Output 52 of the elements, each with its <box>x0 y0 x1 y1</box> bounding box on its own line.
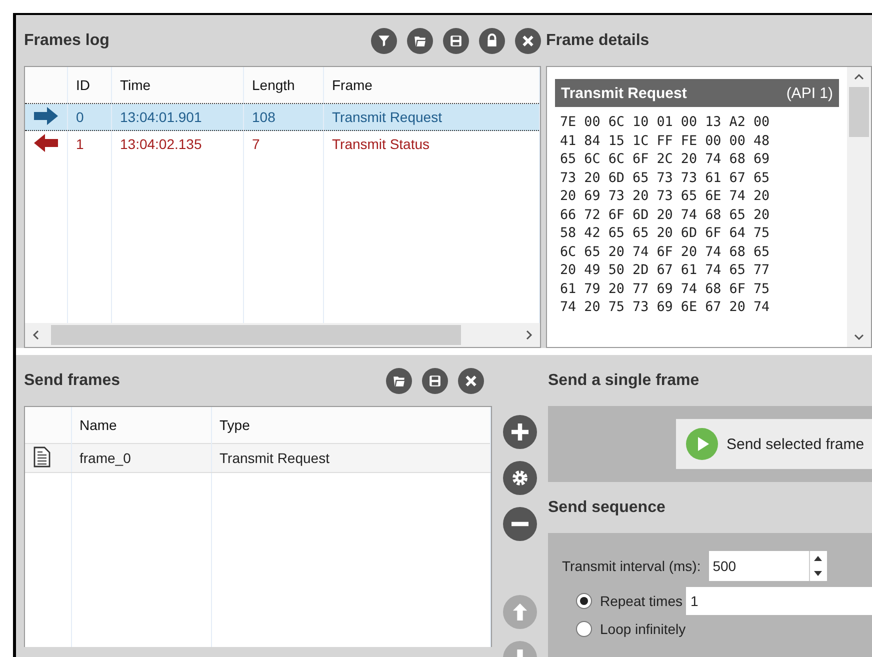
column-header[interactable]: Type <box>211 407 490 444</box>
table-cell: 13:04:01.901 <box>112 104 244 130</box>
close-icon[interactable] <box>515 28 541 54</box>
lock-icon[interactable] <box>479 28 505 54</box>
api-label: (API 1) <box>786 84 833 102</box>
column-header[interactable]: Length <box>244 67 324 104</box>
hex-dump: 7E 00 6C 10 01 00 13 A2 00 41 84 15 1C FF FE 00 00 48 65 6C 6C 6F 2C 20 74 68 69 73 20 6D 65 73 73 61 67 65 20 69 73 20 73 65 6E 74 20 66 72 6F 6D 20 74 68 65 20 58 42 65 65 20 6D 6F 64 75 6C 65 20 74 6F 20 74 68 65 20 49 50 2D 67 61 74 65 77 61 79 20 77 69 74 68 6F 75 74 20 75 73 69 6E 67 20 74 <box>560 114 771 317</box>
save-icon[interactable] <box>422 368 448 394</box>
radio-option[interactable]: Loop infinitely <box>562 621 686 637</box>
spin-up-icon[interactable] <box>814 556 822 561</box>
play-icon <box>686 428 718 460</box>
section-title: Send sequence <box>548 498 666 518</box>
column-header[interactable]: Frame <box>324 67 540 104</box>
send-selected-frame-button[interactable]: Send selected frame <box>676 419 872 469</box>
frame-row[interactable]: frame_0 Transmit Request <box>25 444 490 472</box>
remove-icon[interactable] <box>503 507 537 541</box>
column-header[interactable]: Name <box>71 407 211 444</box>
table-cell: Transmit Request <box>324 104 540 130</box>
table-cell: Transmit Status <box>324 130 540 157</box>
filter-icon[interactable] <box>371 28 397 54</box>
close-icon[interactable] <box>458 368 484 394</box>
table-cell: 1 <box>68 130 112 157</box>
panel-title: Frame details <box>546 32 650 50</box>
folder-icon[interactable] <box>407 28 433 54</box>
spin-down-icon[interactable] <box>814 571 822 576</box>
frame-row[interactable]: 1 13:04:02.135 7 Transmit Status <box>25 130 540 157</box>
radio-option[interactable]: Repeat times <box>562 593 682 609</box>
column-header[interactable]: ID <box>68 67 112 104</box>
table-cell: 13:04:02.135 <box>112 130 244 157</box>
section-title: Send a single frame <box>548 370 700 390</box>
frame-type: Transmit Request <box>561 84 687 102</box>
scroll-thumb[interactable] <box>51 325 461 345</box>
document-icon <box>33 446 51 468</box>
table-cell: 108 <box>244 104 324 130</box>
folder-icon[interactable] <box>386 368 412 394</box>
panel-title: Send frames <box>24 372 120 390</box>
vertical-scrollbar[interactable] <box>847 67 871 347</box>
gear-icon[interactable] <box>503 461 537 495</box>
table-cell: 7 <box>244 130 324 157</box>
table-cell: 0 <box>68 104 112 130</box>
save-icon[interactable] <box>443 28 469 54</box>
frame-row[interactable]: 0 13:04:01.901 108 Transmit Request <box>25 104 540 130</box>
interval-spinbox[interactable]: 500 <box>708 551 827 581</box>
panel-title: Frames log <box>24 32 110 50</box>
column-header[interactable]: Time <box>112 67 244 104</box>
add-icon[interactable] <box>503 415 537 449</box>
table-cell: Transmit Request <box>211 444 490 472</box>
horizontal-scrollbar[interactable] <box>25 323 540 347</box>
repeat-count-field[interactable]: 1 <box>686 587 872 615</box>
scroll-thumb[interactable] <box>849 87 869 137</box>
table-cell: frame_0 <box>71 444 211 472</box>
interval-label: Transmit interval (ms): <box>562 558 701 574</box>
